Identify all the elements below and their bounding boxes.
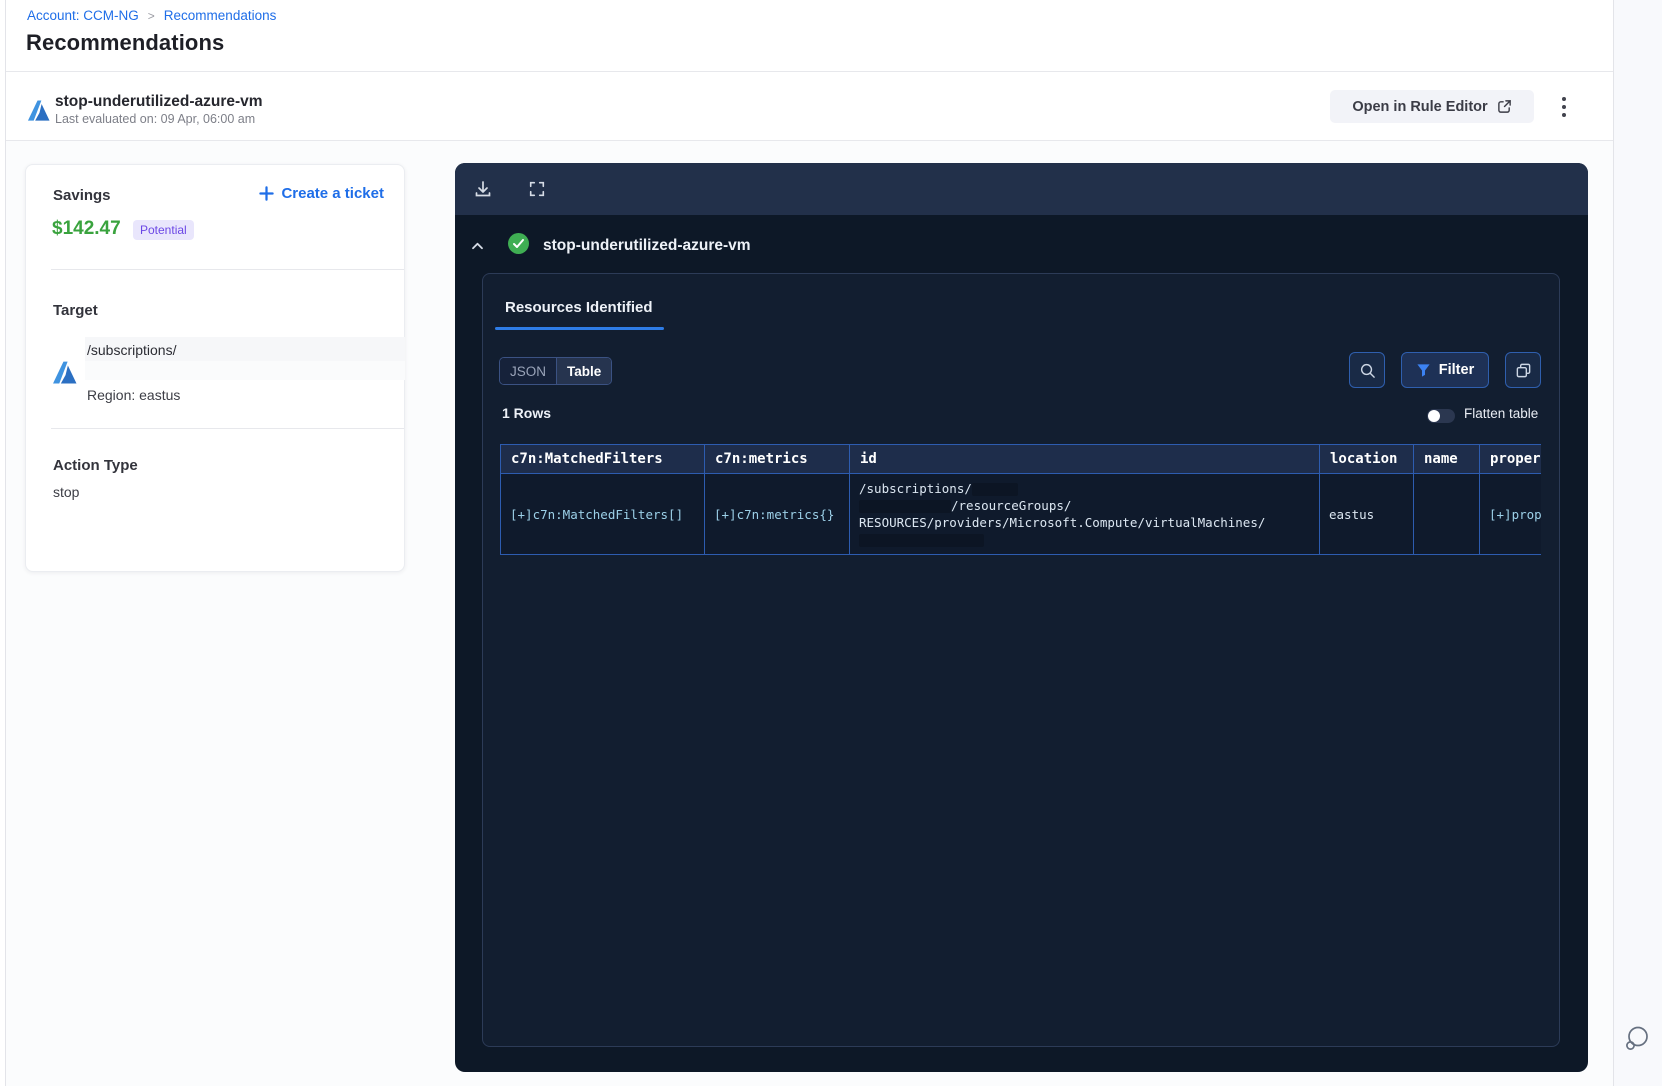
id-line-3: RESOURCES/providers/Microsoft.Compute/vi… — [859, 515, 1266, 530]
cell-location: eastus — [1319, 473, 1414, 555]
redacted-text — [859, 500, 951, 513]
breadcrumb-separator: > — [147, 8, 155, 23]
panel-rule-title: stop-underutilized-azure-vm — [543, 237, 751, 254]
header-divider-top — [6, 71, 1613, 72]
plus-icon — [259, 186, 275, 201]
fullscreen-icon[interactable] — [528, 180, 546, 198]
col-header-id: id — [849, 444, 1320, 474]
target-region: Region: eastus — [87, 387, 181, 403]
success-check-icon — [508, 233, 529, 254]
flatten-table-toggle[interactable] — [1427, 409, 1455, 423]
chat-bubble-icon[interactable] — [1622, 1024, 1652, 1054]
col-header-location: location — [1319, 444, 1414, 474]
collapse-chevron-icon[interactable] — [471, 241, 484, 250]
rule-name: stop-underutilized-azure-vm — [55, 93, 263, 110]
rule-last-evaluated: Last evaluated on: 09 Apr, 06:00 am — [55, 112, 256, 126]
search-button[interactable] — [1349, 352, 1385, 388]
cell-id: /subscriptions/ /resourceGroups/ RESOURC… — [849, 473, 1320, 555]
create-ticket-button[interactable]: Create a ticket — [259, 185, 384, 202]
open-in-rule-editor-button[interactable]: Open in Rule Editor — [1330, 90, 1534, 123]
id-line-2: /resourceGroups/ — [951, 498, 1072, 513]
id-line-1: /subscriptions/ — [859, 481, 972, 496]
open-in-rule-editor-label: Open in Rule Editor — [1352, 98, 1488, 115]
card-divider-2 — [51, 428, 404, 429]
azure-icon — [27, 100, 50, 121]
rule-result-header: stop-underutilized-azure-vm — [455, 229, 1588, 269]
flatten-table-label: Flatten table — [1464, 406, 1539, 421]
col-header-name: name — [1413, 444, 1480, 474]
target-path: /subscriptions/ — [87, 342, 177, 358]
page-title: Recommendations — [26, 30, 225, 55]
cell-name — [1413, 473, 1480, 555]
tab-resources-identified[interactable]: Resources Identified — [505, 299, 653, 316]
cell-metrics[interactable]: [+]c7n:metrics{} — [704, 473, 850, 555]
resources-identified-section: Resources Identified JSON Table Filter 1… — [482, 273, 1560, 1047]
active-tab-underline — [495, 327, 664, 330]
search-icon — [1360, 363, 1375, 378]
breadcrumb: Account: CCM-NG > Recommendations — [27, 8, 276, 23]
external-link-icon — [1497, 100, 1511, 113]
funnel-icon — [1417, 363, 1430, 377]
copy-button[interactable] — [1505, 352, 1541, 388]
target-label: Target — [53, 302, 98, 319]
target-row-shade-2 — [85, 361, 405, 380]
results-table: c7n:MatchedFilters c7n:metrics id locati… — [500, 444, 1541, 555]
potential-badge: Potential — [133, 220, 194, 240]
rows-count: 1 Rows — [502, 405, 552, 421]
filter-label: Filter — [1438, 362, 1475, 378]
copy-icon — [1516, 363, 1530, 377]
download-icon[interactable] — [473, 179, 493, 199]
view-json-option[interactable]: JSON — [500, 358, 558, 384]
col-header-matched-filters: c7n:MatchedFilters — [500, 444, 705, 474]
breadcrumb-account-link[interactable]: Account: CCM-NG — [27, 8, 139, 23]
view-mode-toggle: JSON Table — [499, 357, 613, 385]
kebab-menu-icon[interactable] — [1556, 94, 1572, 120]
right-margin — [1613, 0, 1662, 1086]
cell-properties[interactable]: [+]properties{} — [1479, 473, 1541, 555]
redacted-text — [971, 483, 1018, 496]
filter-button[interactable]: Filter — [1401, 352, 1489, 388]
table-row: [+]c7n:MatchedFilters[] [+]c7n:metrics{}… — [500, 473, 1541, 555]
azure-icon — [53, 361, 77, 384]
recommendations-page: Account: CCM-NG > Recommendations Recomm… — [0, 0, 1662, 1086]
action-type-label: Action Type — [53, 457, 138, 474]
col-header-properties: properties — [1479, 444, 1541, 474]
cell-matched-filters[interactable]: [+]c7n:MatchedFilters[] — [500, 473, 705, 555]
panel-toolbar — [455, 163, 1588, 215]
savings-label: Savings — [53, 187, 111, 204]
col-header-metrics: c7n:metrics — [704, 444, 850, 474]
create-ticket-label: Create a ticket — [281, 185, 384, 202]
action-type-value: stop — [53, 484, 80, 500]
results-table-wrap: c7n:MatchedFilters c7n:metrics id locati… — [500, 444, 1541, 555]
redacted-text — [859, 534, 984, 547]
breadcrumb-current-link[interactable]: Recommendations — [164, 8, 277, 23]
savings-card: Savings Create a ticket $142.47 Potentia… — [25, 164, 405, 572]
view-table-option[interactable]: Table — [557, 358, 612, 384]
card-divider-1 — [51, 269, 404, 270]
savings-amount: $142.47 — [52, 218, 121, 239]
resources-panel: stop-underutilized-azure-vm Resources Id… — [455, 163, 1588, 1072]
header-divider-bottom — [6, 140, 1613, 141]
